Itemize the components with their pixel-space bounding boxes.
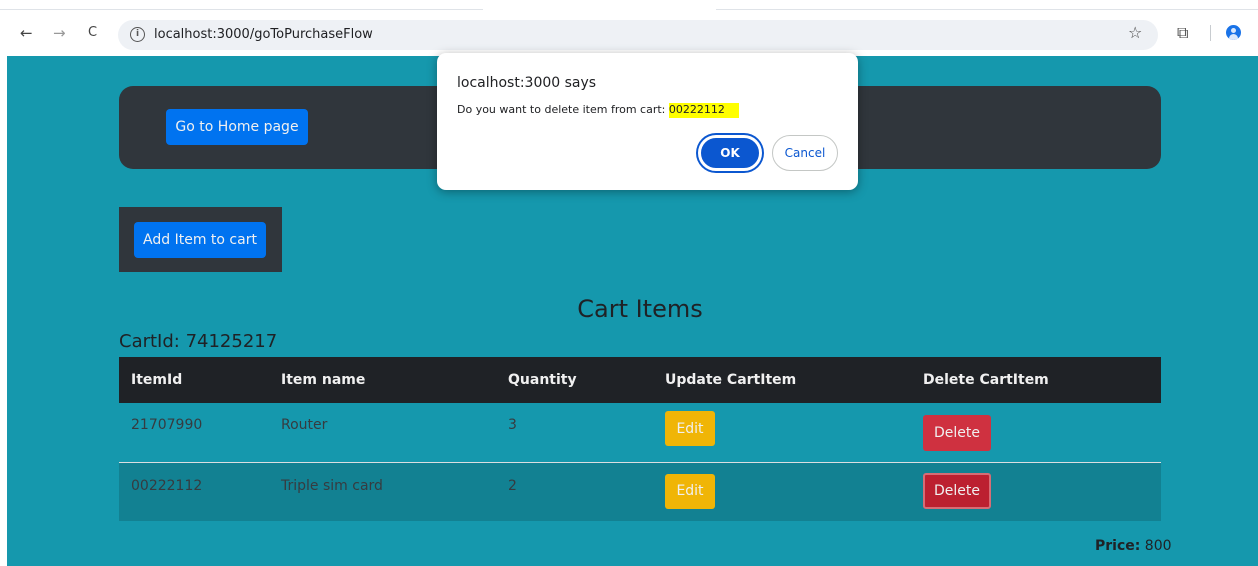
- cell-item-name: Triple sim card: [269, 461, 496, 521]
- cell-update: Edit: [653, 461, 911, 521]
- extensions-icon[interactable]: ⧉: [1177, 25, 1188, 41]
- go-home-button[interactable]: Go to Home page: [166, 109, 308, 145]
- cell-update: Edit: [653, 403, 911, 462]
- add-item-panel: Add Item to cart: [119, 207, 282, 272]
- browser-toolbar: ← → C i localhost:3000/goToPurchaseFlow …: [0, 0, 1258, 56]
- reload-icon[interactable]: C: [88, 25, 97, 41]
- cell-item-id: 00222112: [119, 461, 269, 521]
- dialog-highlighted-id: 00222112: [668, 103, 739, 118]
- back-icon[interactable]: ←: [20, 25, 33, 41]
- add-item-button[interactable]: Add Item to cart: [134, 222, 266, 258]
- cell-delete: Delete: [911, 461, 1161, 521]
- edit-button[interactable]: Edit: [665, 473, 715, 509]
- cell-item-name: Router: [281, 417, 328, 433]
- dialog-message: Do you want to delete item from cart: 00…: [457, 103, 739, 118]
- bookmark-star-icon[interactable]: ☆: [1128, 25, 1142, 41]
- cancel-button[interactable]: Cancel: [772, 135, 838, 171]
- site-info-icon[interactable]: i: [130, 27, 145, 42]
- table-row: 21707990 Router 3 Edit Delete: [119, 403, 1161, 462]
- price-total: Price: 800: [1095, 538, 1172, 554]
- table-row: 00222112 Triple sim card 2 Edit Delete: [119, 461, 1161, 521]
- cart-items-table: ItemId Item name Quantity Update CartIte…: [119, 357, 1161, 521]
- tab-strip-line: [716, 9, 1258, 10]
- profile-avatar-icon[interactable]: [1226, 25, 1241, 40]
- toolbar-divider: [1210, 25, 1211, 41]
- header-delete: Delete CartItem: [911, 357, 1161, 403]
- price-value: 800: [1140, 538, 1172, 554]
- address-bar[interactable]: i localhost:3000/goToPurchaseFlow: [118, 20, 1158, 50]
- header-update: Update CartItem: [653, 357, 911, 403]
- dialog-message-text: Do you want to delete item from cart:: [457, 103, 669, 116]
- forward-icon[interactable]: →: [53, 25, 66, 41]
- dialog-title: localhost:3000 says: [457, 75, 597, 91]
- header-quantity: Quantity: [496, 357, 653, 403]
- cell-delete: Delete: [911, 403, 1161, 462]
- cart-id: CartId: 74125217: [119, 331, 278, 352]
- url-text[interactable]: localhost:3000/goToPurchaseFlow: [154, 27, 373, 42]
- price-label: Price:: [1095, 538, 1141, 554]
- confirm-dialog: localhost:3000 says Do you want to delet…: [437, 53, 858, 190]
- cell-quantity: 2: [496, 461, 653, 521]
- table-header-row: ItemId Item name Quantity Update CartIte…: [119, 357, 1161, 403]
- tab-strip-line: [0, 9, 483, 10]
- cell-item-id: 21707990: [131, 417, 203, 433]
- header-item-id: ItemId: [119, 357, 269, 403]
- edit-button[interactable]: Edit: [665, 411, 715, 446]
- page-title: Cart Items: [577, 295, 703, 323]
- cell-quantity: 3: [508, 417, 517, 433]
- delete-button[interactable]: Delete: [923, 415, 991, 451]
- ok-button[interactable]: OK: [698, 135, 762, 171]
- delete-button[interactable]: Delete: [923, 472, 991, 509]
- header-item-name: Item name: [269, 357, 496, 403]
